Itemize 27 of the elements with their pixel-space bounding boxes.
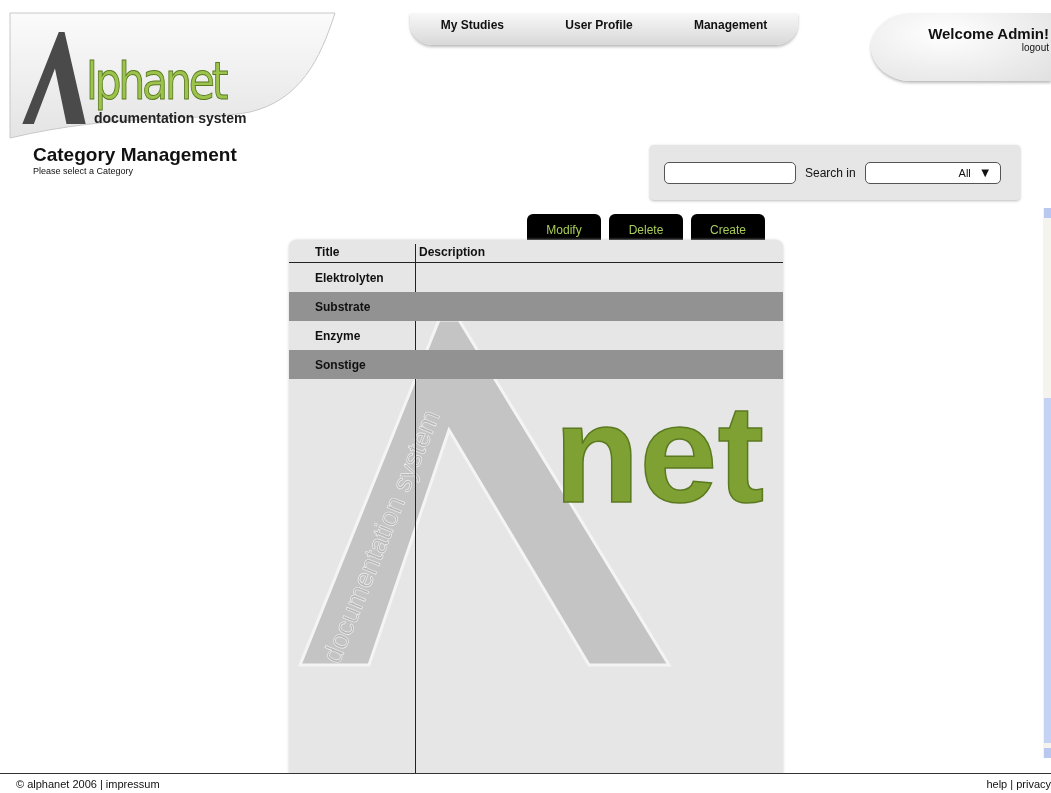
scope-dropdown[interactable]: All ▼ [864,161,1001,184]
table-cell-text: Sonstige [314,357,367,372]
table-cell-text: Enzyme [314,328,362,343]
search-field[interactable] [664,161,796,184]
table-row[interactable]: Substrate [289,292,783,321]
nav-link[interactable]: User Profile [565,18,633,32]
action-tab[interactable]: Create [691,214,765,240]
column-header[interactable]: Title [289,245,415,259]
table-cell-text: Substrate [314,299,372,314]
table-cell-text: Elektrolyten [314,270,385,285]
nav-link[interactable]: Management [693,18,768,32]
action-tab[interactable]: Delete [609,214,683,240]
table-row[interactable]: Enzyme [289,321,783,350]
copyright-text: © alphanet 2006 | impressum [16,777,160,790]
logout-link[interactable]: logout [1021,42,1049,53]
column-header[interactable]: Description [415,245,485,259]
table-row[interactable]: Elektrolyten [289,263,783,292]
search-in-label: Search in [805,165,856,180]
table-row[interactable]: Sonstige [289,350,783,379]
page-title: Category Management [33,144,237,166]
page-subtitle: Please select a Category [33,166,135,176]
lambda-logo-icon [20,30,88,126]
logo-tagline: documentation system [94,110,248,126]
footer-links[interactable]: help | privacy [986,777,1051,790]
welcome-text: Welcome Admin! [928,25,1049,42]
nav-link[interactable]: My Studies [440,18,504,32]
action-tab[interactable]: Modify [527,214,601,240]
